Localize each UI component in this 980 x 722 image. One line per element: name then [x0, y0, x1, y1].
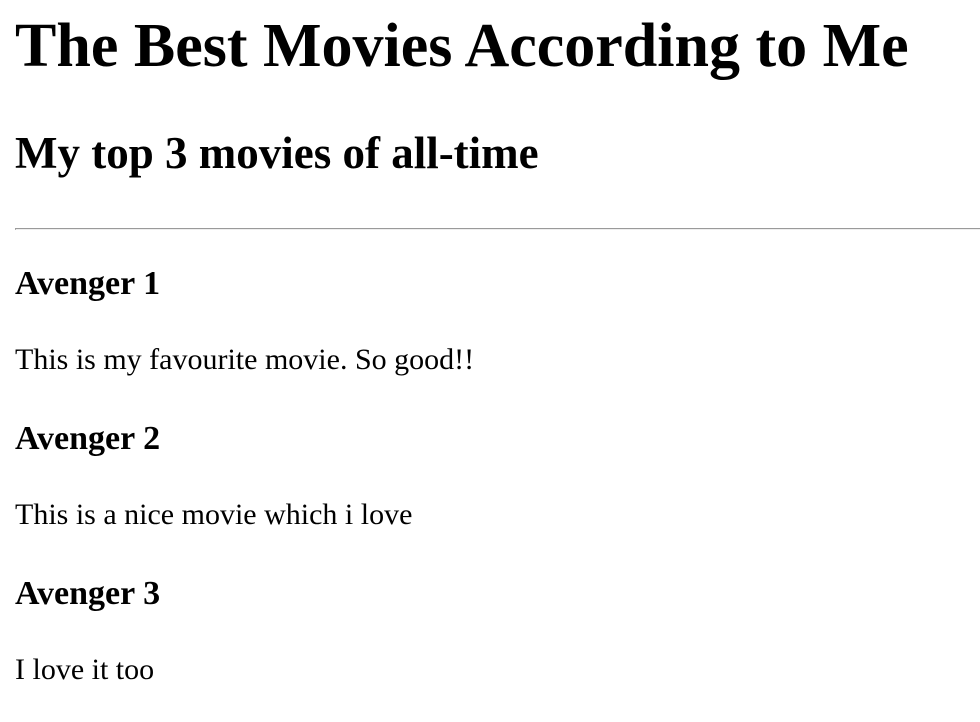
- movie-description-1: This is my favourite movie. So good!!: [15, 343, 475, 376]
- page: The Best Movies According to Me My top 3…: [0, 0, 980, 722]
- movie-title-2: Avenger 2: [15, 420, 161, 457]
- page-subtitle: My top 3 movies of all-time: [15, 128, 539, 178]
- movie-description-3: I love it too: [15, 653, 155, 686]
- movie-title-1: Avenger 1: [15, 265, 161, 302]
- movie-title-3: Avenger 3: [15, 575, 161, 612]
- movie-description-2: This is a nice movie which i love: [15, 498, 413, 531]
- page-title: The Best Movies According to Me: [15, 12, 909, 80]
- horizontal-divider: [15, 228, 980, 230]
